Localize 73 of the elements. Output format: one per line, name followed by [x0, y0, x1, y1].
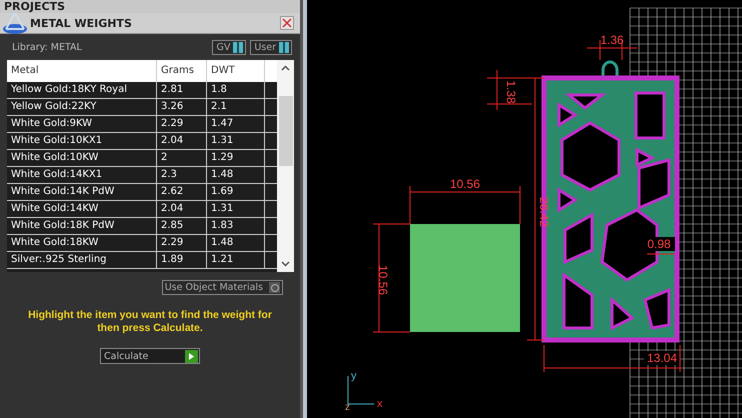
toggle-button[interactable]: GV [212, 40, 246, 55]
table-cell: 2.3 [157, 167, 207, 183]
table-cell: 3.26 [157, 99, 207, 115]
panel-title: METAL WEIGHTS [30, 16, 133, 30]
panel-title: PROJECTS [0, 0, 300, 13]
table-cell: 2.04 [157, 201, 207, 217]
dimension-label: 10.56 [376, 264, 390, 296]
table-cell: 1.69 [207, 184, 265, 200]
table-row[interactable]: White Gold:18KW 2.29 1.48 [7, 235, 277, 252]
table-row[interactable]: White Gold:14KX1 2.3 1.48 [7, 167, 277, 184]
use-object-materials-toggle[interactable]: Use Object Materials [162, 280, 283, 295]
table-cell: 2.29 [157, 235, 207, 251]
table-cell: 2.62 [157, 184, 207, 200]
scroll-thumb[interactable] [278, 96, 292, 166]
table-cell: White Gold:14KX1 [7, 167, 157, 183]
table-cell: 2.81 [157, 82, 207, 98]
table-row[interactable]: White Gold:14K PdW 2.62 1.69 [7, 184, 277, 201]
table-cell: 1.89 [157, 252, 207, 268]
table-row[interactable]: White Gold:9KW 2.29 1.47 [7, 116, 277, 133]
table-row[interactable]: Yellow Gold:18KY Royal 2.81 1.8 [7, 82, 277, 99]
column-header[interactable]: DWT [207, 60, 265, 82]
table-cell: 1.21 [207, 252, 265, 268]
calculate-button[interactable]: Calculate [100, 348, 200, 364]
table-cell: 2.04 [157, 133, 207, 149]
table-cell: Yellow Gold:18KY Royal [7, 82, 157, 98]
column-header[interactable]: Metal [7, 60, 157, 82]
instruction-text: Highlight the item you want to find the weight for then press Calculate. [27, 308, 273, 335]
scroll-up-icon[interactable] [281, 65, 290, 71]
dimension-label: 1.36 [600, 33, 624, 47]
table-cell: 2.29 [157, 116, 207, 132]
table-cell: 1.83 [207, 218, 265, 234]
table-cell: 2 [157, 150, 207, 166]
dimension-label: 1.38 [504, 80, 518, 104]
table-cell: White Gold:10KX1 [7, 133, 157, 149]
table-row[interactable]: Silver:.925 Sterling 1.89 1.21 [7, 252, 277, 269]
close-button[interactable] [280, 16, 294, 30]
column-header[interactable]: Grams [157, 60, 207, 82]
table-cell: 1.48 [207, 167, 265, 183]
scroll-down-icon[interactable] [281, 261, 290, 267]
scrollbar[interactable] [277, 60, 294, 272]
dimension-label: 10.56 [450, 177, 480, 191]
dimension-label: 0.98 [647, 237, 671, 251]
table-row[interactable]: White Gold:14KW 2.04 1.31 [7, 201, 277, 218]
dimension-label: 13.04 [646, 351, 678, 365]
table-row[interactable]: White Gold:18K PdW 2.85 1.83 [7, 218, 277, 235]
table-cell: 1.31 [207, 133, 265, 149]
table-cell: White Gold:9KW [7, 116, 157, 132]
table-cell: White Gold:18KW [7, 235, 157, 251]
table-cell: 2.85 [157, 218, 207, 234]
cad-viewport[interactable]: 1.36 1.38 10.56 10.56 26.42 0.98 13.04 y z x [303, 0, 742, 418]
axis-label: z [345, 402, 350, 413]
table-cell: 1.31 [207, 201, 265, 217]
library-label: Library: METAL [12, 42, 82, 53]
table-cell: White Gold:14K PdW [7, 184, 157, 200]
table-row[interactable]: Yellow Gold:22KY 3.26 2.1 [7, 99, 277, 116]
table-cell: White Gold:14KW [7, 201, 157, 217]
table-cell: 2.1 [207, 99, 265, 115]
table-cell: 1.8 [207, 82, 265, 98]
axis-label: y [351, 370, 356, 382]
table-cell: 1.47 [207, 116, 265, 132]
table-cell: White Gold:10KW [7, 150, 157, 166]
play-icon [185, 350, 198, 362]
table-cell: 1.48 [207, 235, 265, 251]
table-row[interactable]: White Gold:10KW 2 1.29 [7, 150, 277, 167]
table-cell: Silver:.925 Sterling [7, 252, 157, 268]
table-cell: White Gold:18K PdW [7, 218, 157, 234]
table-cell: Yellow Gold:22KY [7, 99, 157, 115]
dimension-label: 26.42 [537, 196, 551, 228]
axis-label: x [377, 398, 382, 410]
toggle-button[interactable]: User [250, 40, 292, 55]
triangle-logo-icon [2, 11, 28, 35]
table-row[interactable]: White Gold:10KX1 2.04 1.31 [7, 133, 277, 150]
table-cell: 1.29 [207, 150, 265, 166]
